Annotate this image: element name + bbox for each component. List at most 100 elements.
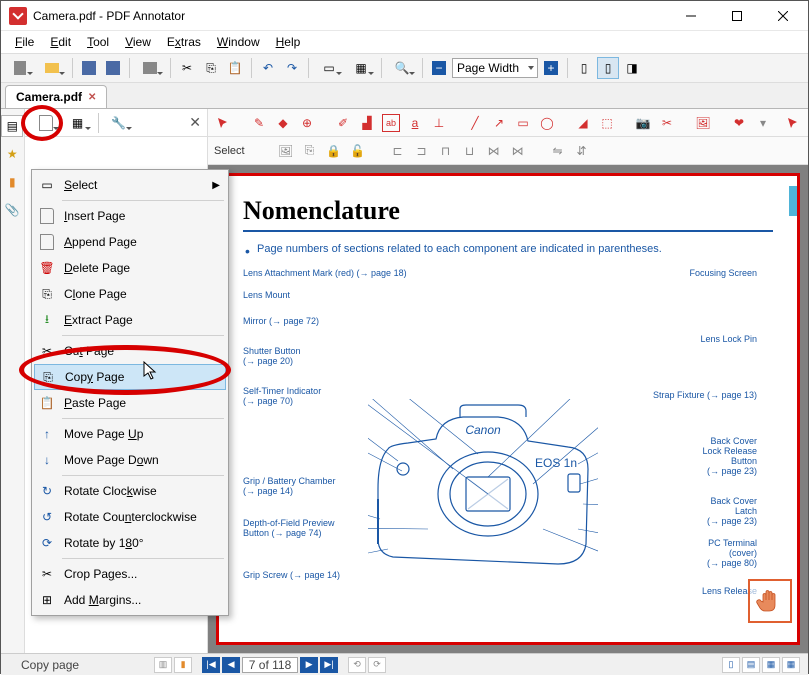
stamp-tool-icon[interactable]: ⊥ <box>430 114 448 132</box>
sidetab-annotations[interactable]: ▮ <box>1 171 23 193</box>
align-icon-6[interactable]: ⋈ <box>509 142 527 160</box>
redo-button[interactable]: ↷ <box>281 57 303 79</box>
prop-icon-2[interactable]: ⎘ <box>301 142 319 160</box>
align-icon-1[interactable]: ⊏ <box>389 142 407 160</box>
dropdown-icon[interactable]: ▾ <box>754 114 772 132</box>
layout3-button[interactable]: ◨ <box>621 57 643 79</box>
sidetab-attachments[interactable]: 📎 <box>1 199 23 221</box>
cm-movedown[interactable]: ↓Move Page Down <box>34 447 226 473</box>
flip-icon-1[interactable]: ⇋ <box>549 142 567 160</box>
cm-paste[interactable]: 📋Paste Page <box>34 390 226 416</box>
saveas-button[interactable] <box>102 57 124 79</box>
align-icon-4[interactable]: ⊔ <box>461 142 479 160</box>
filter-button[interactable]: ▦ <box>346 57 376 79</box>
layout2-button[interactable]: ▯ <box>597 57 619 79</box>
shape-ellipse-icon[interactable]: ◯ <box>538 114 556 132</box>
nav-icon-2[interactable]: ▮ <box>174 657 192 673</box>
cursor-tool-icon[interactable] <box>214 114 232 132</box>
menu-edit[interactable]: Edit <box>42 33 79 51</box>
document-tab[interactable]: Camera.pdf ✕ <box>5 85 107 108</box>
undo-button[interactable]: ↶ <box>257 57 279 79</box>
image-tool-icon[interactable]: 🖼 <box>694 114 712 132</box>
menu-view[interactable]: View <box>117 33 159 51</box>
nav-last[interactable]: ▶| <box>320 657 338 673</box>
marker-tool-icon[interactable]: ◆ <box>274 114 292 132</box>
cm-copy[interactable]: ⎘Copy Page <box>34 364 226 390</box>
pen2-tool-icon[interactable]: ✐ <box>334 114 352 132</box>
view-twocont-icon[interactable]: ▦ <box>782 657 800 673</box>
pen-tool-icon[interactable]: ✎ <box>250 114 268 132</box>
nav-fwd[interactable]: ⟳ <box>368 657 386 673</box>
line-tool-icon[interactable]: a <box>406 114 424 132</box>
text-tool-icon[interactable]: ab <box>382 114 400 132</box>
paste-button[interactable]: 📋 <box>224 57 246 79</box>
sidetab-bookmarks[interactable]: ★ <box>1 143 23 165</box>
cm-margins[interactable]: ⊞Add Margins... <box>34 587 226 613</box>
menu-extras[interactable]: Extras <box>159 33 209 51</box>
align-icon-2[interactable]: ⊐ <box>413 142 431 160</box>
sidepanel-close-icon[interactable]: ✕ <box>189 114 201 131</box>
cm-delete[interactable]: 🗑Delete Page <box>34 255 226 281</box>
cm-crop[interactable]: ✂Crop Pages... <box>34 561 226 587</box>
save-button[interactable] <box>78 57 100 79</box>
shape-line-icon[interactable]: ╱ <box>466 114 484 132</box>
new-button[interactable] <box>5 57 35 79</box>
menu-file[interactable]: File <box>7 33 42 51</box>
sidetab-pages[interactable]: ▤ <box>1 115 23 137</box>
layout1-button[interactable]: ▯ <box>573 57 595 79</box>
cm-cut[interactable]: ✂Cut Page <box>34 338 226 364</box>
zoomin-button[interactable]: + <box>540 57 562 79</box>
highlighter-tool-icon[interactable]: ▟ <box>358 114 376 132</box>
cm-select[interactable]: ▭Select▶ <box>34 172 226 198</box>
nav-next[interactable]: ▶ <box>300 657 318 673</box>
nav-back[interactable]: ⟲ <box>348 657 366 673</box>
cm-rotcw[interactable]: ↻Rotate Clockwise <box>34 478 226 504</box>
camera-tool-icon[interactable]: 📷 <box>634 114 652 132</box>
document-viewport[interactable]: Nomenclature Page numbers of sections re… <box>208 165 808 653</box>
cm-extract[interactable]: ⭳Extract Page <box>34 307 226 333</box>
page-actions-button[interactable] <box>31 112 61 134</box>
crop-tool-icon[interactable]: ✂ <box>658 114 676 132</box>
align-icon-3[interactable]: ⊓ <box>437 142 455 160</box>
tools-button[interactable]: 🔧 <box>104 112 134 134</box>
prop-icon-4[interactable]: 🔓 <box>349 142 367 160</box>
copy-button[interactable]: ⎘ <box>200 57 222 79</box>
zoom-select[interactable]: Page Width <box>452 58 538 78</box>
minimize-button[interactable] <box>668 1 714 31</box>
print-button[interactable] <box>135 57 165 79</box>
cut-button[interactable]: ✂ <box>176 57 198 79</box>
eraser-tool-icon[interactable]: ◢ <box>574 114 592 132</box>
prop-icon-1[interactable]: 🖼 <box>277 142 295 160</box>
cm-rot180[interactable]: ⟳Rotate by 180° <box>34 530 226 556</box>
view-cont-icon[interactable]: ▤ <box>742 657 760 673</box>
search-tool-icon[interactable]: ⊕ <box>298 114 316 132</box>
snapshot-button[interactable]: ▭ <box>314 57 344 79</box>
pointer-right-icon[interactable] <box>784 114 802 132</box>
erase-rect-icon[interactable]: ⬚ <box>598 114 616 132</box>
tab-close-icon[interactable]: ✕ <box>88 92 96 103</box>
menu-window[interactable]: Window <box>209 33 268 51</box>
thumb-view-button[interactable]: ▦ <box>63 112 93 134</box>
shape-rect-icon[interactable]: ▭ <box>514 114 532 132</box>
hand-tool-overlay[interactable] <box>748 579 792 623</box>
view-single-icon[interactable]: ▯ <box>722 657 740 673</box>
menu-tool[interactable]: Tool <box>79 33 117 51</box>
shape-arrow-icon[interactable]: ↗ <box>490 114 508 132</box>
open-button[interactable] <box>37 57 67 79</box>
flip-icon-2[interactable]: ⇵ <box>573 142 591 160</box>
nav-prev[interactable]: ◀ <box>222 657 240 673</box>
cm-clone[interactable]: ⎘Clone Page <box>34 281 226 307</box>
zoomout-button[interactable]: − <box>428 57 450 79</box>
search-button[interactable]: 🔍 <box>387 57 417 79</box>
cm-moveup[interactable]: ↑Move Page Up <box>34 421 226 447</box>
view-two-icon[interactable]: ▦ <box>762 657 780 673</box>
cm-insert[interactable]: Insert Page <box>34 203 226 229</box>
menu-help[interactable]: Help <box>268 33 309 51</box>
align-icon-5[interactable]: ⋈ <box>485 142 503 160</box>
page-box[interactable]: 7 of 118 <box>242 657 298 673</box>
cm-rotccw[interactable]: ↺Rotate Counterclockwise <box>34 504 226 530</box>
nav-first[interactable]: |◀ <box>202 657 220 673</box>
close-button[interactable] <box>760 1 806 31</box>
nav-icon-1[interactable]: ▥ <box>154 657 172 673</box>
cm-append[interactable]: Append Page <box>34 229 226 255</box>
